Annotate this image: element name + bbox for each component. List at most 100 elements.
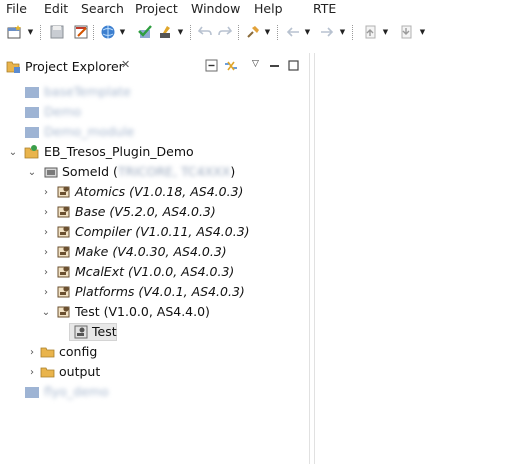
toolbar-separator [238, 25, 239, 40]
tree-item-ecu[interactable]: ⌄ SomeId (TRICORE, TC4XXX) [0, 163, 309, 181]
link-with-editor-icon[interactable] [223, 59, 239, 73]
toolbar-separator [40, 25, 41, 40]
chevron-right-icon[interactable]: › [41, 265, 51, 279]
tree-item-config-test[interactable]: Test [0, 323, 309, 341]
tool-dropdown-icon[interactable]: ▼ [176, 23, 185, 41]
module-label: Compiler (V1.0.11, AS4.0.3) [75, 224, 250, 239]
chevron-down-icon[interactable]: ⌄ [27, 165, 37, 179]
folder-icon [40, 344, 56, 360]
tree-item-module[interactable]: › Platforms (V4.0.1, AS4.0.3) [0, 283, 309, 301]
config-label: Test [92, 324, 117, 339]
project-explorer-icon [6, 60, 22, 74]
module-label: Atomics (V1.0.18, AS4.0.3) [75, 184, 244, 199]
next-annotation-dropdown-icon[interactable]: ▼ [418, 23, 427, 41]
toolbar-separator [190, 25, 191, 40]
pin-icon[interactable] [244, 23, 262, 41]
tree-item-module[interactable]: › Base (V5.2.0, AS4.0.3) [0, 203, 309, 221]
save-icon[interactable] [48, 23, 66, 41]
chevron-right-icon[interactable]: › [41, 245, 51, 259]
module-label: Platforms (V4.0.1, AS4.0.3) [75, 284, 245, 299]
tree-item-module[interactable]: › Atomics (V1.0.18, AS4.0.3) [0, 183, 309, 201]
project-explorer-title: Project Explorer [25, 59, 124, 74]
menu-file[interactable]: File [6, 1, 27, 16]
menu-help[interactable]: Help [254, 1, 283, 16]
module-icon [56, 224, 72, 240]
tree-item-module[interactable]: › McalExt (V1.0.0, AS4.0.3) [0, 263, 309, 281]
tree-item-folder-config[interactable]: › config [0, 343, 309, 361]
check-icon[interactable] [136, 23, 154, 41]
tree-item-project[interactable]: Demo_module [0, 123, 309, 141]
chevron-right-icon[interactable]: › [41, 205, 51, 219]
module-label: Base (V5.2.0, AS4.0.3) [75, 204, 216, 219]
toolbar-separator [277, 25, 278, 40]
project-icon [24, 384, 40, 400]
ecu-tail: ) [230, 164, 236, 179]
forward-icon[interactable] [318, 23, 336, 41]
module-icon [56, 184, 72, 200]
folder-label: output [59, 364, 101, 379]
project-label: Demo_module [44, 124, 135, 139]
menu-edit[interactable]: Edit [44, 1, 68, 16]
close-icon[interactable]: ✕ [121, 58, 130, 71]
folder-icon [40, 364, 56, 380]
module-label: Make (V4.0.30, AS4.0.3) [75, 244, 227, 259]
module-label: McalExt (V1.0.0, AS4.0.3) [75, 264, 235, 279]
minimize-icon[interactable] [269, 59, 281, 73]
chevron-right-icon[interactable]: › [41, 285, 51, 299]
ecu-details: TRICORE, TC4XXX [117, 164, 231, 179]
menu-bar: File Edit Search Project Window Help RTE [0, 0, 512, 18]
tool-icon[interactable] [157, 23, 175, 41]
menu-project[interactable]: Project [135, 1, 178, 16]
redo-icon[interactable] [216, 23, 234, 41]
undo-icon[interactable] [196, 23, 214, 41]
new-icon[interactable] [6, 23, 24, 41]
tree-item-project[interactable]: baseTemplate [0, 83, 309, 101]
project-label: flyo_demo [44, 384, 109, 399]
chevron-right-icon[interactable]: › [27, 345, 37, 359]
main-toolbar: ▼ ▼ ▼ ▼ ▼ ▼ ▼ ▼ [0, 20, 512, 48]
new-dropdown-icon[interactable]: ▼ [26, 23, 35, 41]
menu-rte[interactable]: RTE [313, 1, 336, 16]
module-icon [56, 284, 72, 300]
project-label: EB_Tresos_Plugin_Demo [44, 144, 194, 159]
forward-dropdown-icon[interactable]: ▼ [338, 23, 347, 41]
tab-project-explorer[interactable]: Project Explorer ✕ [3, 55, 134, 79]
editor-area [314, 53, 512, 464]
globe-icon[interactable] [99, 23, 117, 41]
collapse-all-icon[interactable] [205, 59, 219, 73]
chevron-right-icon[interactable]: › [41, 225, 51, 239]
chevron-right-icon[interactable]: › [41, 185, 51, 199]
tree-item-project[interactable]: flyo_demo [0, 383, 309, 401]
project-icon [24, 144, 40, 160]
menu-search[interactable]: Search [81, 1, 124, 16]
next-annotation-icon[interactable] [398, 23, 416, 41]
tree-item-folder-output[interactable]: › output [0, 363, 309, 381]
maximize-icon[interactable] [288, 59, 300, 73]
build-icon[interactable] [73, 23, 91, 41]
pin-dropdown-icon[interactable]: ▼ [263, 23, 272, 41]
menu-window[interactable]: Window [191, 1, 240, 16]
ecu-name: SomeId ( [62, 164, 118, 179]
ecu-icon [43, 164, 59, 180]
project-label: Demo [44, 104, 82, 119]
project-icon [24, 104, 40, 120]
chevron-down-icon[interactable]: ⌄ [8, 145, 18, 159]
globe-dropdown-icon[interactable]: ▼ [118, 23, 127, 41]
module-icon [56, 244, 72, 260]
folder-label: config [59, 344, 98, 359]
view-menu-icon[interactable]: ▽ [252, 59, 259, 73]
back-dropdown-icon[interactable]: ▼ [303, 23, 312, 41]
prev-annotation-dropdown-icon[interactable]: ▼ [381, 23, 390, 41]
tree-item-module-test[interactable]: ⌄ Test (V1.0.0, AS4.4.0) [0, 303, 309, 321]
chevron-down-icon[interactable]: ⌄ [41, 305, 51, 319]
ecu-label: SomeId (TRICORE, TC4XXX) [62, 164, 235, 179]
project-explorer-view: Project Explorer ✕ ▽ baseTemplate Demo D… [0, 53, 310, 464]
tree-item-module[interactable]: › Make (V4.0.30, AS4.0.3) [0, 243, 309, 261]
tree-item-project-eb-tresos[interactable]: ⌄ EB_Tresos_Plugin_Demo [0, 143, 309, 161]
toolbar-separator [93, 25, 94, 40]
prev-annotation-icon[interactable] [362, 23, 380, 41]
tree-item-module[interactable]: › Compiler (V1.0.11, AS4.0.3) [0, 223, 309, 241]
back-icon[interactable] [284, 23, 302, 41]
chevron-right-icon[interactable]: › [27, 365, 37, 379]
tree-item-project[interactable]: Demo [0, 103, 309, 121]
